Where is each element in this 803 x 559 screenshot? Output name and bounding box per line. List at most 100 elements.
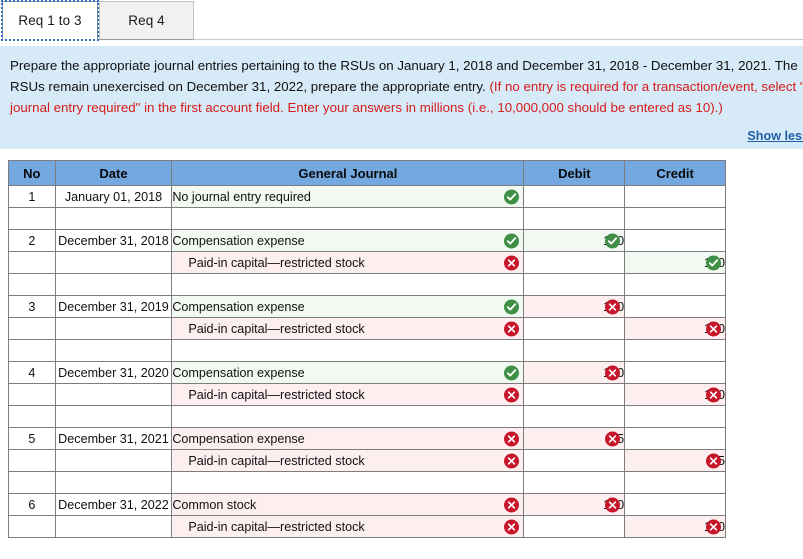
- cell-debit[interactable]: [523, 317, 626, 340]
- cell-debit[interactable]: [523, 185, 626, 208]
- cell-debit[interactable]: 120: [523, 229, 626, 252]
- cell-no: [8, 405, 56, 428]
- cell-date[interactable]: December 31, 2018: [54, 229, 173, 252]
- column-header-date: Date: [54, 160, 173, 186]
- cell-debit[interactable]: [523, 471, 626, 494]
- tab-underline: [194, 39, 803, 40]
- cell-date[interactable]: December 31, 2021: [54, 427, 173, 450]
- cell-debit[interactable]: 120: [523, 493, 626, 516]
- cell-debit[interactable]: [523, 405, 626, 428]
- cell-debit[interactable]: [523, 515, 626, 538]
- x-circle-icon: [605, 431, 621, 446]
- cell-date[interactable]: December 31, 2022: [54, 493, 173, 516]
- cell-date[interactable]: [54, 207, 173, 230]
- cell-debit[interactable]: 75: [523, 427, 626, 450]
- tab-bar: Req 1 to 3 Req 4: [0, 0, 803, 41]
- cell-date[interactable]: [54, 339, 173, 362]
- tab-label: Req 1 to 3: [18, 13, 82, 28]
- cell-credit[interactable]: [624, 339, 726, 362]
- cell-credit[interactable]: 75: [624, 449, 726, 472]
- cell-debit[interactable]: [523, 339, 626, 362]
- cell-no: 3: [8, 295, 56, 318]
- cell-credit[interactable]: 120: [624, 383, 726, 406]
- cell-credit[interactable]: [624, 471, 726, 494]
- cell-date[interactable]: [54, 449, 173, 472]
- table-header: No Date General Journal Debit Credit: [8, 160, 726, 186]
- cell-date[interactable]: December 31, 2019: [54, 295, 173, 318]
- cell-account[interactable]: [171, 207, 525, 230]
- table-row: Paid-in capital—restricted stock 120: [8, 251, 726, 274]
- cell-account[interactable]: Paid-in capital—restricted stock: [171, 383, 525, 406]
- check-circle-icon: [605, 233, 621, 248]
- cell-date[interactable]: [54, 383, 173, 406]
- cell-credit[interactable]: [624, 185, 726, 208]
- cell-account[interactable]: [171, 471, 525, 494]
- x-circle-icon: [504, 453, 520, 468]
- check-circle-icon: [504, 233, 520, 248]
- cell-debit[interactable]: 120: [523, 361, 626, 384]
- table-row: Paid-in capital—restricted stock 75: [8, 449, 726, 472]
- cell-credit[interactable]: [624, 295, 726, 318]
- cell-no: [8, 449, 56, 472]
- x-circle-icon: [504, 321, 520, 336]
- cell-credit[interactable]: 120: [624, 251, 726, 274]
- table-row: Paid-in capital—restricted stock 120: [8, 515, 726, 538]
- cell-credit[interactable]: [624, 229, 726, 252]
- cell-no: 2: [8, 229, 56, 252]
- journal-entry-table: No Date General Journal Debit Credit 1 Ja…: [8, 160, 726, 538]
- cell-account[interactable]: Paid-in capital—restricted stock: [171, 515, 525, 538]
- cell-account[interactable]: Paid-in capital—restricted stock: [171, 317, 525, 340]
- cell-account[interactable]: Compensation expense: [171, 229, 525, 252]
- cell-credit[interactable]: [624, 207, 726, 230]
- cell-account[interactable]: [171, 273, 525, 296]
- cell-account[interactable]: Paid-in capital—restricted stock: [171, 251, 525, 274]
- x-circle-icon: [504, 497, 520, 512]
- cell-account[interactable]: No journal entry required: [171, 185, 525, 208]
- cell-credit[interactable]: [624, 405, 726, 428]
- cell-date[interactable]: [54, 471, 173, 494]
- cell-account[interactable]: [171, 339, 525, 362]
- tab-label: Req 4: [128, 13, 165, 28]
- cell-account[interactable]: Common stock: [171, 493, 525, 516]
- cell-debit[interactable]: 180: [523, 295, 626, 318]
- cell-credit[interactable]: [624, 493, 726, 516]
- x-circle-icon: [706, 453, 721, 468]
- cell-date[interactable]: [54, 317, 173, 340]
- cell-credit[interactable]: [624, 361, 726, 384]
- cell-date[interactable]: [54, 273, 173, 296]
- column-header-no: No: [8, 160, 56, 186]
- cell-account[interactable]: Compensation expense: [171, 361, 525, 384]
- cell-credit[interactable]: [624, 427, 726, 450]
- cell-account[interactable]: Compensation expense: [171, 427, 525, 450]
- tab-req-1-to-3[interactable]: Req 1 to 3: [1, 0, 99, 41]
- table-row: [8, 339, 726, 362]
- cell-credit[interactable]: [624, 273, 726, 296]
- cell-date[interactable]: [54, 251, 173, 274]
- cell-no: 1: [8, 185, 56, 208]
- cell-debit[interactable]: [523, 251, 626, 274]
- table-row: 2December 31, 2018Compensation expense12…: [8, 229, 726, 252]
- cell-date[interactable]: [54, 405, 173, 428]
- tab-req-4[interactable]: Req 4: [99, 1, 194, 40]
- cell-account[interactable]: [171, 405, 525, 428]
- cell-date[interactable]: December 31, 2020: [54, 361, 173, 384]
- table-header-row: No Date General Journal Debit Credit: [8, 160, 726, 186]
- cell-no: [8, 251, 56, 274]
- cell-credit[interactable]: 120: [624, 515, 726, 538]
- cell-credit[interactable]: 180: [624, 317, 726, 340]
- check-circle-icon: [504, 365, 520, 380]
- cell-date[interactable]: [54, 515, 173, 538]
- cell-account[interactable]: Compensation expense: [171, 295, 525, 318]
- table-row: 1 January 01, 2018 No journal entry requir…: [8, 185, 726, 208]
- cell-no: [8, 317, 56, 340]
- cell-account[interactable]: Paid-in capital—restricted stock: [171, 449, 525, 472]
- cell-debit[interactable]: [523, 273, 626, 296]
- cell-debit[interactable]: [523, 383, 626, 406]
- column-header-credit: Credit: [624, 160, 726, 186]
- cell-date[interactable]: January 01, 2018: [54, 185, 173, 208]
- cell-debit[interactable]: [523, 449, 626, 472]
- column-header-debit: Debit: [523, 160, 626, 186]
- show-less-link[interactable]: Show less: [747, 129, 803, 143]
- cell-debit[interactable]: [523, 207, 626, 230]
- table-row: 4December 31, 2020Compensation expense12…: [8, 361, 726, 384]
